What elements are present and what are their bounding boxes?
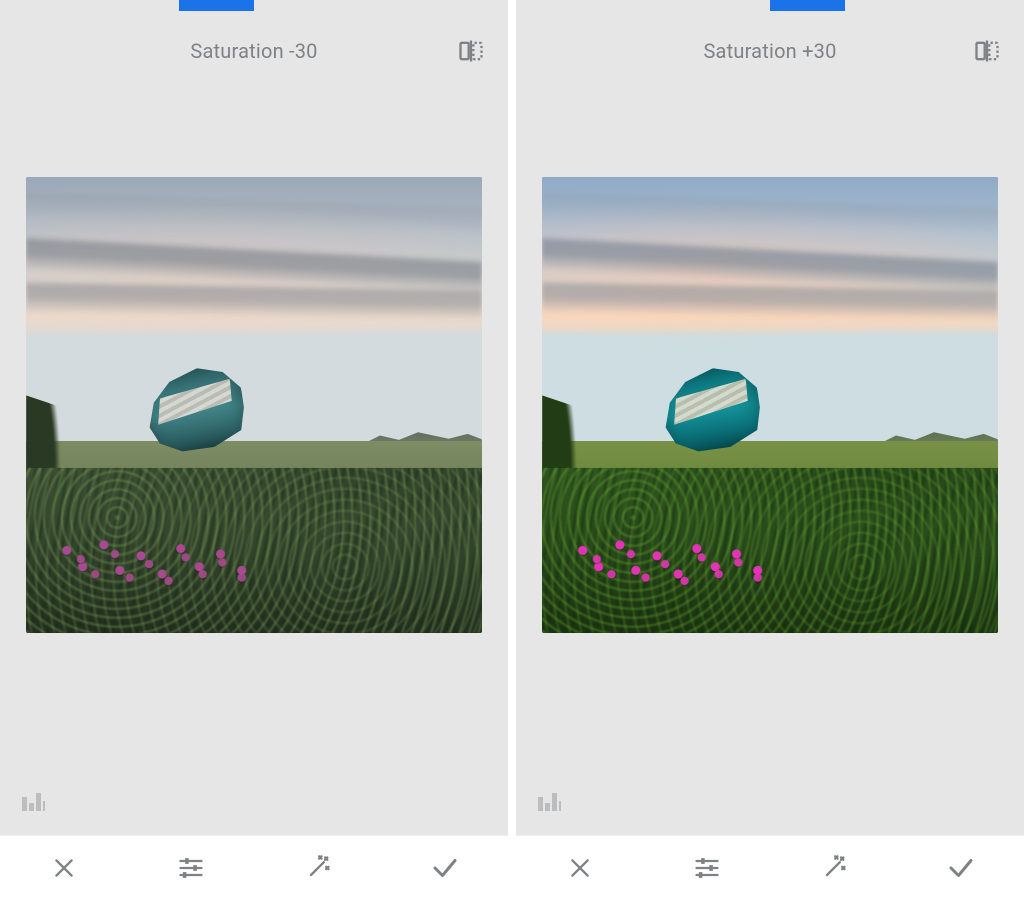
bottom-toolbar	[0, 835, 508, 900]
landscape-scene	[542, 177, 998, 633]
status-row	[516, 723, 1024, 835]
status-row	[0, 723, 508, 835]
apply-button[interactable]	[939, 846, 983, 890]
histogram-button[interactable]	[18, 789, 48, 813]
tune-sliders-icon	[177, 854, 205, 882]
value-slider[interactable]	[516, 0, 1024, 16]
top-bar: Saturation +30	[516, 16, 1024, 86]
value-slider-fill	[179, 0, 254, 11]
edited-image	[26, 177, 482, 633]
landscape-scene	[26, 177, 482, 633]
close-icon	[51, 855, 77, 881]
adjustment-label: Saturation +30	[703, 39, 836, 63]
editor-pane-left: Saturation -30	[0, 0, 508, 900]
cancel-button[interactable]	[42, 846, 86, 890]
compare-button[interactable]	[968, 32, 1006, 70]
value-slider[interactable]	[0, 0, 508, 16]
comparison-stage: Saturation -30	[0, 0, 1024, 900]
compare-icon	[973, 37, 1001, 65]
value-slider-fill	[770, 0, 845, 11]
checkmark-icon	[946, 853, 976, 883]
histogram-icon	[534, 789, 564, 813]
tune-sliders-icon	[693, 854, 721, 882]
top-bar: Saturation -30	[0, 16, 508, 86]
tune-button[interactable]	[685, 846, 729, 890]
close-icon	[567, 855, 593, 881]
auto-adjust-button[interactable]	[296, 846, 340, 890]
edited-image	[542, 177, 998, 633]
bottom-toolbar	[516, 835, 1024, 900]
image-canvas[interactable]	[516, 86, 1024, 723]
magic-wand-icon	[820, 854, 848, 882]
histogram-button[interactable]	[534, 789, 564, 813]
checkmark-icon	[430, 853, 460, 883]
compare-button[interactable]	[452, 32, 490, 70]
histogram-icon	[18, 789, 48, 813]
image-canvas[interactable]	[0, 86, 508, 723]
tune-button[interactable]	[169, 846, 213, 890]
auto-adjust-button[interactable]	[812, 846, 856, 890]
editor-pane-right: Saturation +30	[516, 0, 1024, 900]
cancel-button[interactable]	[558, 846, 602, 890]
apply-button[interactable]	[423, 846, 467, 890]
magic-wand-icon	[304, 854, 332, 882]
compare-icon	[457, 37, 485, 65]
adjustment-label: Saturation -30	[190, 39, 317, 63]
